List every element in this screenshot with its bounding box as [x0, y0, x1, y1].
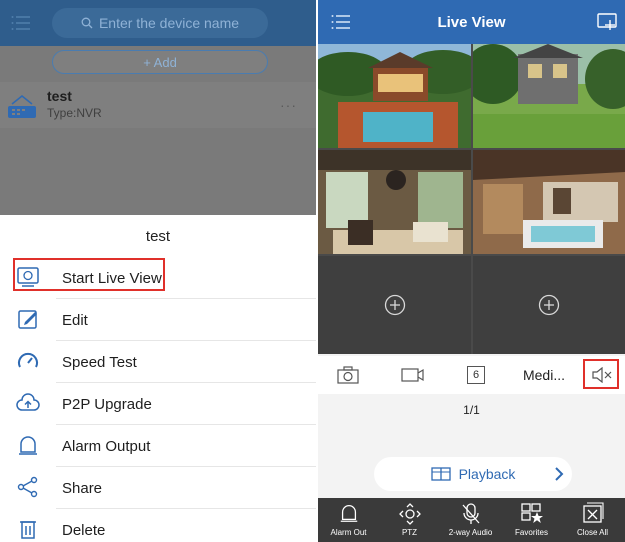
highlight-box	[583, 359, 619, 389]
camera-icon	[337, 366, 359, 384]
favorites-button[interactable]: Favorites	[501, 498, 562, 542]
device-name: test	[47, 88, 72, 104]
camera-feed-4[interactable]	[473, 150, 625, 254]
page-indicator: 1/1	[463, 403, 480, 417]
chevron-right-icon	[555, 467, 564, 481]
two-way-audio-button[interactable]: 2-way Audio	[440, 498, 501, 542]
record-button[interactable]	[400, 363, 426, 387]
ptz-icon	[398, 503, 421, 525]
alarm-bell-icon	[19, 436, 37, 455]
more-options-icon[interactable]: ···	[280, 97, 297, 113]
bottom-label: Favorites	[515, 528, 548, 537]
left-header: Enter the device name	[0, 0, 316, 46]
empty-channel-slot[interactable]	[473, 256, 625, 354]
stream-quality-button[interactable]: Medi...	[522, 363, 566, 387]
live-view-panel: Live View 6 Medi... 1/1 Playback Alarm O…	[318, 0, 625, 542]
playback-icon	[430, 467, 451, 481]
add-channel-icon	[384, 294, 405, 316]
menu-item-share[interactable]: Share	[0, 467, 316, 509]
split-count: 6	[467, 366, 485, 384]
menu-item-speed-test[interactable]: Speed Test	[0, 341, 316, 383]
live-view-toolbar: 6 Medi...	[318, 356, 625, 394]
close-all-icon	[582, 502, 604, 523]
bottom-label: Close All	[576, 528, 609, 537]
menu-label: P2P Upgrade	[62, 395, 152, 413]
alarm-bell-icon	[340, 505, 357, 522]
add-device-button[interactable]: + Add	[52, 50, 268, 74]
video-grid	[318, 44, 625, 354]
search-input[interactable]: Enter the device name	[52, 8, 268, 38]
favorites-icon	[520, 503, 543, 523]
action-sheet: test Start Live View Edit Speed Test P2P…	[0, 215, 316, 542]
alarm-out-button[interactable]: Alarm Out	[318, 498, 379, 542]
speedometer-icon	[18, 352, 38, 368]
bottom-action-bar: Alarm Out PTZ 2-way Audio Favorites Clos…	[318, 498, 625, 542]
device-list-panel: Enter the device name + Add test Type:NV…	[0, 0, 316, 542]
menu-item-delete[interactable]: Delete	[0, 509, 316, 542]
search-icon	[81, 17, 93, 29]
menu-label: Alarm Output	[62, 437, 151, 455]
bottom-label: Alarm Out	[330, 528, 367, 537]
menu-item-p2p-upgrade[interactable]: P2P Upgrade	[0, 383, 316, 425]
bottom-label: PTZ	[401, 528, 418, 537]
search-placeholder: Enter the device name	[98, 15, 240, 31]
highlight-box	[13, 258, 165, 291]
camera-feed-3[interactable]	[318, 150, 471, 254]
menu-icon[interactable]	[10, 12, 32, 34]
ptz-button[interactable]: PTZ	[379, 498, 440, 542]
cloud-upgrade-icon	[16, 393, 40, 411]
playback-button[interactable]: Playback	[374, 457, 572, 491]
menu-label: Share	[62, 479, 103, 497]
menu-item-edit[interactable]: Edit	[0, 299, 316, 341]
snapshot-button[interactable]	[336, 363, 360, 387]
mic-off-icon	[462, 503, 479, 524]
camera-feed-2[interactable]	[473, 44, 625, 148]
video-record-icon	[401, 368, 424, 382]
edit-icon	[18, 310, 37, 329]
split-screen-button[interactable]: 6	[466, 363, 486, 387]
close-all-button[interactable]: Close All	[562, 498, 623, 542]
screen-cast-icon[interactable]	[597, 12, 619, 32]
menu-label: Speed Test	[62, 353, 137, 371]
trash-icon	[20, 521, 36, 539]
device-type: Type:NVR	[47, 106, 102, 120]
share-icon	[17, 476, 38, 498]
add-channel-icon	[538, 294, 560, 316]
menu-label: Edit	[62, 311, 88, 329]
sheet-title: test	[145, 227, 171, 245]
empty-channel-slot[interactable]	[318, 256, 471, 354]
camera-feed-1[interactable]	[318, 44, 471, 148]
right-header: Live View	[318, 0, 625, 44]
bottom-label: 2-way Audio	[448, 528, 493, 537]
page-title: Live View	[437, 13, 506, 31]
menu-item-alarm-output[interactable]: Alarm Output	[0, 425, 316, 467]
nvr-device-icon	[8, 94, 36, 118]
playback-label: Playback	[458, 466, 516, 482]
menu-label: Delete	[62, 521, 106, 539]
